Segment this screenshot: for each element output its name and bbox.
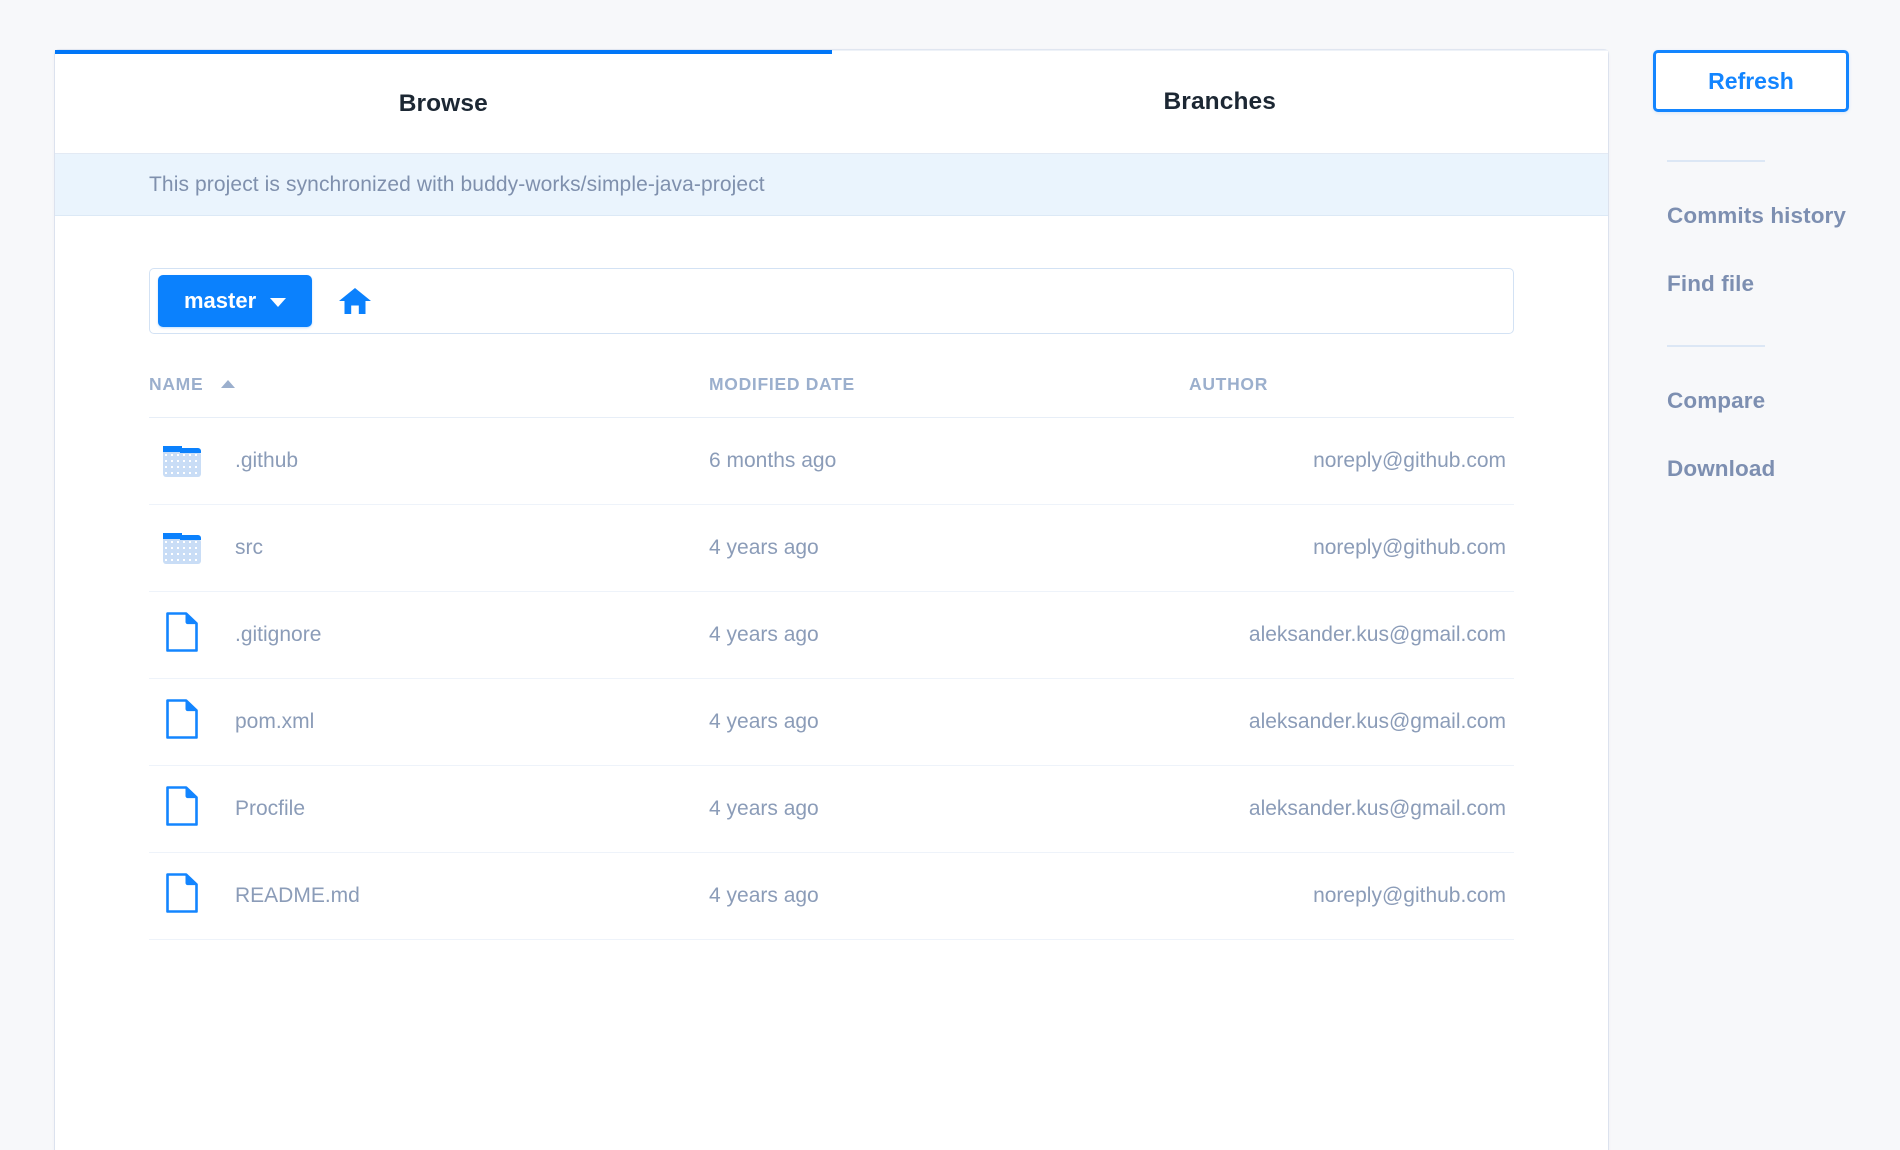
tab-branches[interactable]: Branches <box>831 50 1608 153</box>
rail-divider-top <box>1667 160 1765 162</box>
file-name-cell[interactable]: .github <box>149 417 709 505</box>
branch-selector-label: master <box>184 288 257 313</box>
file-name-label: .github <box>235 449 299 472</box>
file-name-label: pom.xml <box>235 710 315 733</box>
sync-notice-text: This project is synchronized with buddy-… <box>149 172 765 196</box>
tab-browse-label: Browse <box>398 89 488 117</box>
side-rail: Refresh Commits history Find file Compar… <box>1653 50 1863 482</box>
tab-branches-label: Branches <box>1163 88 1276 115</box>
table-row[interactable]: src 4 years ago noreply@github.com <box>149 504 1514 592</box>
file-icon <box>165 611 199 659</box>
file-icon <box>165 785 199 833</box>
file-name-cell[interactable]: src <box>149 504 709 592</box>
file-name-cell[interactable]: pom.xml <box>149 678 709 766</box>
table-row[interactable]: Procfile 4 years ago aleksander.kus@gmail.… <box>149 765 1514 853</box>
file-author: aleksander.kus@gmail.com <box>1189 765 1514 853</box>
sync-notice: This project is synchronized with buddy-… <box>55 154 1608 216</box>
folder-icon <box>163 532 201 564</box>
rail-link-compare[interactable]: Compare <box>1667 388 1863 414</box>
column-header-name[interactable]: NAME <box>149 356 709 418</box>
file-name-label: src <box>235 536 263 559</box>
column-header-author[interactable]: AUTHOR <box>1189 356 1514 418</box>
file-modified-date: 4 years ago <box>709 852 1189 940</box>
file-author: aleksander.kus@gmail.com <box>1189 591 1514 679</box>
repository-card: Browse Branches This project is synchron… <box>55 50 1608 1150</box>
column-header-author-label: AUTHOR <box>1189 374 1269 394</box>
folder-icon <box>163 445 201 477</box>
branch-selector-button[interactable]: master <box>158 275 313 327</box>
file-modified-date: 4 years ago <box>709 678 1189 766</box>
file-name-label: Procfile <box>235 797 306 820</box>
file-author: noreply@github.com <box>1189 852 1514 940</box>
table-row[interactable]: .github 6 months ago noreply@github.com <box>149 417 1514 505</box>
rail-link-find-file[interactable]: Find file <box>1667 271 1863 297</box>
file-modified-date: 6 months ago <box>709 417 1189 505</box>
rail-link-download[interactable]: Download <box>1667 456 1863 482</box>
chevron-down-icon <box>270 298 287 307</box>
file-modified-date: 4 years ago <box>709 765 1189 853</box>
tab-bar: Browse Branches <box>55 50 1608 154</box>
refresh-button[interactable]: Refresh <box>1653 50 1849 112</box>
file-table-head: NAME MODIFIED DATE AUTHOR <box>149 356 1514 418</box>
file-name-label: README.md <box>235 884 360 907</box>
column-header-modified-date[interactable]: MODIFIED DATE <box>709 356 1189 418</box>
breadcrumb: master <box>149 268 1514 334</box>
tab-browse[interactable]: Browse <box>55 50 832 153</box>
file-table-header-row: NAME MODIFIED DATE AUTHOR <box>149 356 1514 418</box>
file-table-body: .github 6 months ago noreply@github.com src… <box>149 417 1514 940</box>
file-icon <box>165 698 199 746</box>
rail-link-commits-history[interactable]: Commits history <box>1667 203 1863 229</box>
rail-divider-bottom <box>1667 345 1765 347</box>
file-name-cell[interactable]: .gitignore <box>149 591 709 679</box>
column-header-name-label: NAME <box>149 374 204 394</box>
home-icon[interactable] <box>338 286 372 316</box>
file-modified-date: 4 years ago <box>709 504 1189 592</box>
file-modified-date: 4 years ago <box>709 591 1189 679</box>
file-name-cell[interactable]: README.md <box>149 852 709 940</box>
card-body: master NAME MODIFIED DATE AUTHOR .github… <box>55 268 1608 940</box>
file-author: noreply@github.com <box>1189 417 1514 505</box>
file-author: aleksander.kus@gmail.com <box>1189 678 1514 766</box>
table-row[interactable]: README.md 4 years ago noreply@github.com <box>149 852 1514 940</box>
file-table: NAME MODIFIED DATE AUTHOR .github 6 month… <box>149 356 1514 940</box>
table-row[interactable]: .gitignore 4 years ago aleksander.kus@gmai… <box>149 591 1514 679</box>
triangle-up-icon <box>220 380 235 388</box>
column-header-modified-date-label: MODIFIED DATE <box>709 374 855 394</box>
file-name-label: .gitignore <box>235 623 322 646</box>
file-name-cell[interactable]: Procfile <box>149 765 709 853</box>
file-author: noreply@github.com <box>1189 504 1514 592</box>
repository-browser-screen: Browse Branches This project is synchron… <box>0 0 1900 1150</box>
table-row[interactable]: pom.xml 4 years ago aleksander.kus@gmail.c… <box>149 678 1514 766</box>
file-icon <box>165 872 199 920</box>
